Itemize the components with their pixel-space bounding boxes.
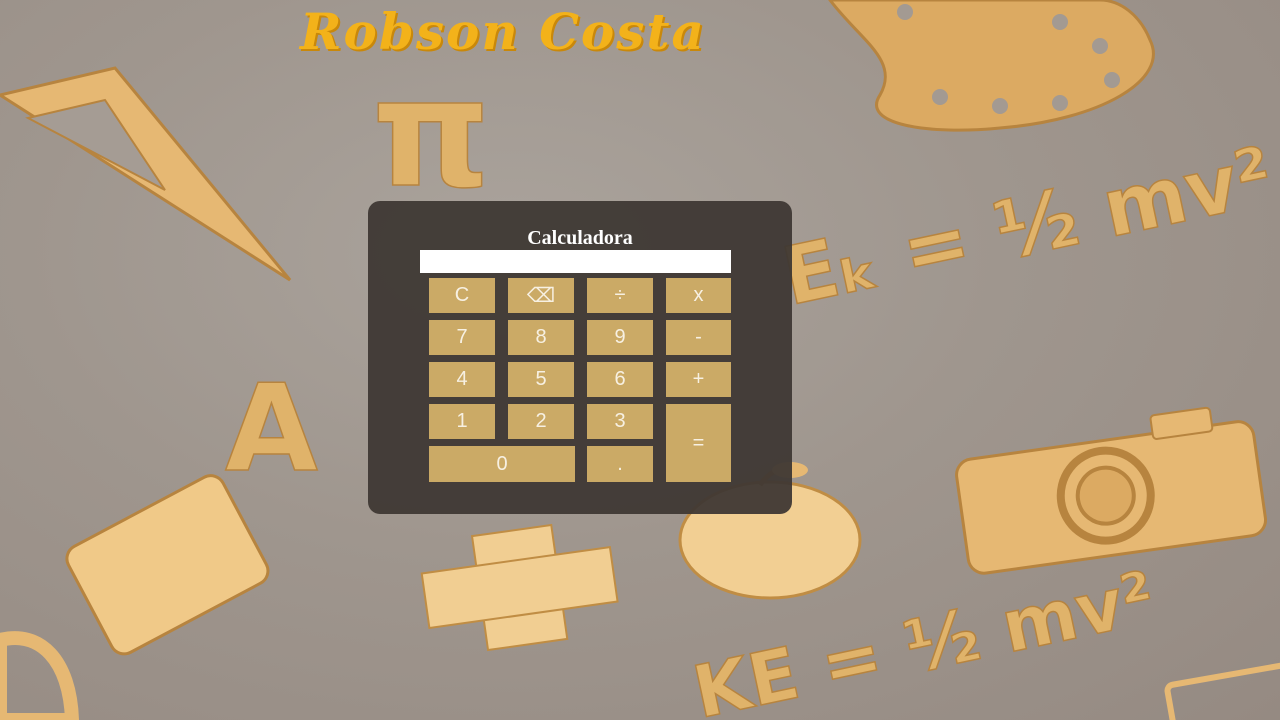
brand-title: Robson Costa — [300, 2, 706, 61]
bottom-right-box — [1164, 661, 1280, 720]
plus-button[interactable]: + — [666, 362, 731, 397]
pi-symbol: π — [372, 47, 491, 221]
digit-1-button[interactable]: 1 — [429, 404, 495, 439]
divide-button[interactable]: ÷ — [587, 278, 653, 313]
plus-symbol-icon — [420, 523, 619, 652]
calculator-title: Calculadora — [527, 227, 633, 249]
digit-2-button[interactable]: 2 — [508, 404, 574, 439]
formula-upper: Eₖ = ½ mv² — [775, 129, 1280, 323]
digit-7-button[interactable]: 7 — [429, 320, 495, 355]
camera-icon — [955, 406, 1268, 575]
digit-0-button[interactable]: 0 — [429, 446, 575, 482]
protractor-icon — [0, 631, 80, 720]
set-square-icon — [0, 66, 292, 282]
equals-button[interactable]: = — [666, 404, 731, 482]
multiply-button[interactable]: x — [666, 278, 731, 313]
digit-3-button[interactable]: 3 — [587, 404, 653, 439]
calculator-display[interactable] — [420, 250, 731, 273]
minus-button[interactable]: - — [666, 320, 731, 355]
decimal-button[interactable]: . — [587, 446, 653, 482]
digit-8-button[interactable]: 8 — [508, 320, 574, 355]
digit-9-button[interactable]: 9 — [587, 320, 653, 355]
digit-4-button[interactable]: 4 — [429, 362, 495, 397]
digit-5-button[interactable]: 5 — [508, 362, 574, 397]
backspace-button[interactable]: ⌫ — [508, 278, 574, 313]
palette-icon — [828, 0, 1155, 132]
calculator-panel: Calculadora C ⌫ ÷ x 7 8 9 - 4 5 6 + 1 2 … — [368, 201, 792, 514]
clear-button[interactable]: C — [429, 278, 495, 313]
digit-6-button[interactable]: 6 — [587, 362, 653, 397]
letter-a: A — [225, 360, 318, 499]
